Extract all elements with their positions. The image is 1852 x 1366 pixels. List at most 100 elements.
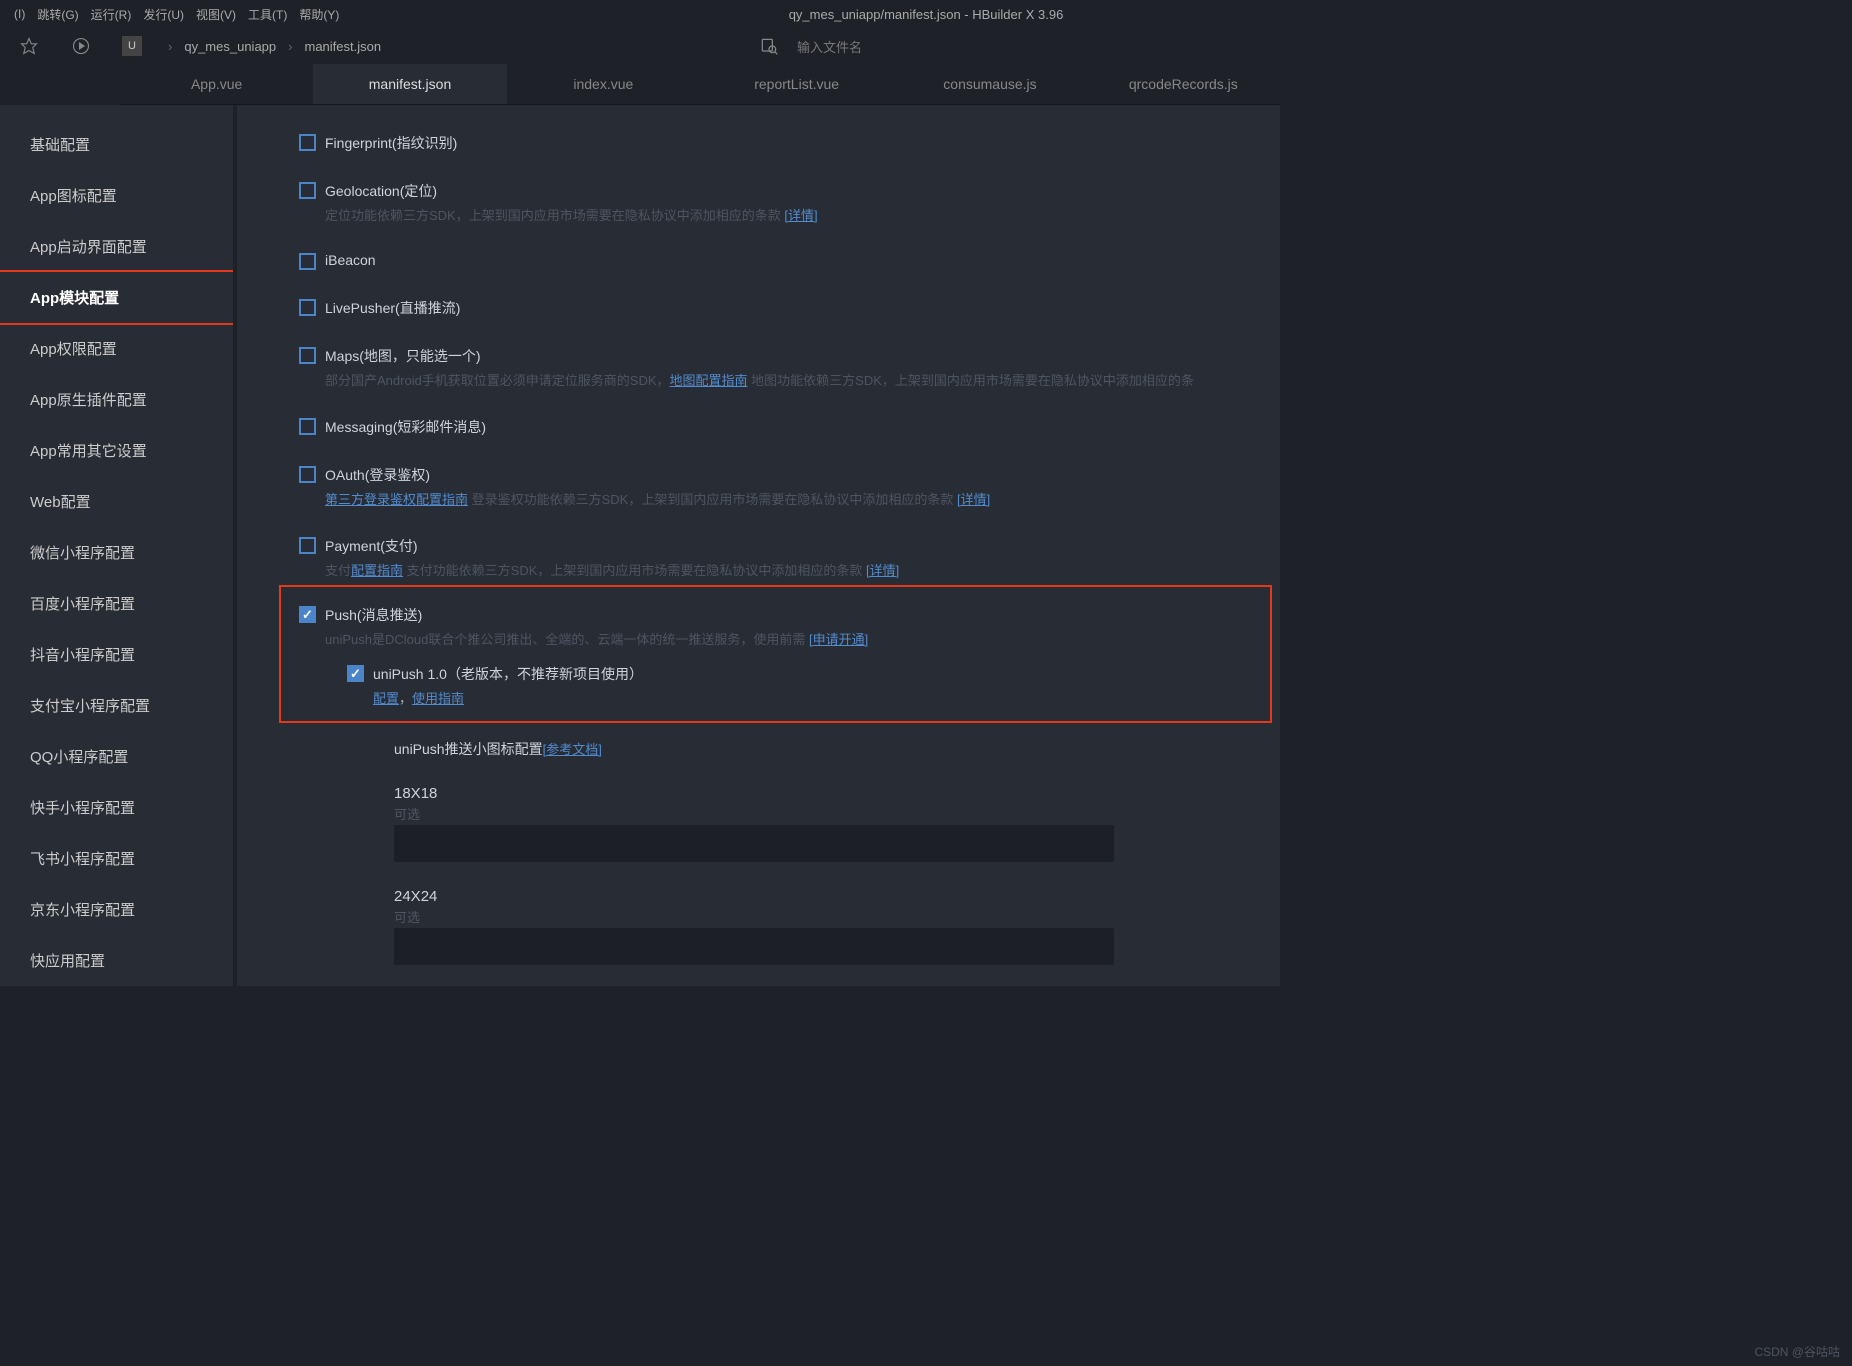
chevron-right-icon: › xyxy=(288,39,292,54)
highlight-box-push: Push(消息推送) uniPush是DCloud联合个推公司推出、全端的、云端… xyxy=(279,585,1272,723)
checkbox-oauth[interactable] xyxy=(299,466,316,483)
sidebar-item-app-module[interactable]: App模块配置 xyxy=(0,272,233,323)
desc-oauth-mid: 登录鉴权功能依赖三方SDK，上架到国内应用市场需要在隐私协议中添加相应的条款 xyxy=(468,492,957,507)
sidebar-item-web[interactable]: Web配置 xyxy=(0,476,233,527)
icon-size-24: 24X24 xyxy=(394,888,1280,905)
module-payment: Payment(支付) 支付配置指南 支付功能依赖三方SDK，上架到国内应用市场… xyxy=(299,536,1280,579)
checkbox-livepusher[interactable] xyxy=(299,299,316,316)
label-maps: Maps(地图，只能选一个) xyxy=(325,348,481,364)
sidebar-item-wechat[interactable]: 微信小程序配置 xyxy=(0,527,233,578)
watermark: CSDN @谷咕咕 xyxy=(1754,1343,1840,1360)
tab-manifest[interactable]: manifest.json xyxy=(313,64,506,104)
label-livepusher: LivePusher(直播推流) xyxy=(325,300,460,316)
sidebar-item-quickapp[interactable]: 快应用配置 xyxy=(0,935,233,986)
sidebar-item-kuaishou[interactable]: 快手小程序配置 xyxy=(0,782,233,833)
highlight-box-sidebar: App模块配置 xyxy=(0,270,235,325)
link-payment-guide[interactable]: 配置指南 xyxy=(351,563,403,578)
sidebar-item-app-icon[interactable]: App图标配置 xyxy=(0,170,233,221)
module-push: Push(消息推送) uniPush是DCloud联合个推公司推出、全端的、云端… xyxy=(299,605,1252,648)
menu-goto[interactable]: 跳转(G) xyxy=(31,6,84,23)
tab-app-vue[interactable]: App.vue xyxy=(120,64,313,104)
tab-reportlist[interactable]: reportList.vue xyxy=(700,64,893,104)
sidebar-item-feishu[interactable]: 飞书小程序配置 xyxy=(0,833,233,884)
breadcrumb: U › qy_mes_uniapp › manifest.json xyxy=(122,36,381,56)
menu-help[interactable]: 帮助(Y) xyxy=(293,6,345,23)
checkbox-payment[interactable] xyxy=(299,537,316,554)
menu-tools[interactable]: 工具(T) xyxy=(242,6,293,23)
link-unipush-guide[interactable]: 使用指南 xyxy=(412,691,464,706)
window-title: qy_mes_uniapp/manifest.json - HBuilder X… xyxy=(789,7,1064,22)
sidebar-item-baidu[interactable]: 百度小程序配置 xyxy=(0,578,233,629)
desc-geolocation: 定位功能依赖三方SDK，上架到国内应用市场需要在隐私协议中添加相应的条款 xyxy=(325,208,784,223)
module-ibeacon: iBeacon xyxy=(299,252,1280,270)
module-oauth: OAuth(登录鉴权) 第三方登录鉴权配置指南 登录鉴权功能依赖三方SDK，上架… xyxy=(299,465,1280,508)
checkbox-ibeacon[interactable] xyxy=(299,253,316,270)
label-geolocation: Geolocation(定位) xyxy=(325,183,437,199)
content-panel: Fingerprint(指纹识别) Geolocation(定位) 定位功能依赖… xyxy=(233,105,1280,986)
label-payment: Payment(支付) xyxy=(325,538,418,554)
sidebar-item-basic[interactable]: 基础配置 xyxy=(0,119,233,170)
search-icon xyxy=(759,36,779,56)
tab-index-vue[interactable]: index.vue xyxy=(507,64,700,104)
label-oauth: OAuth(登录鉴权) xyxy=(325,467,430,483)
checkbox-messaging[interactable] xyxy=(299,418,316,435)
label-unipush: uniPush 1.0（老版本，不推荐新项目使用） xyxy=(373,666,643,682)
sidebar-item-app-permission[interactable]: App权限配置 xyxy=(0,323,233,374)
icon-config-title: uniPush推送小图标配置 xyxy=(394,741,543,757)
search-placeholder: 输入文件名 xyxy=(797,37,862,56)
project-icon: U xyxy=(122,36,142,56)
sidebar-item-jd[interactable]: 京东小程序配置 xyxy=(0,884,233,935)
link-oauth-detail[interactable]: [详情] xyxy=(957,492,990,507)
sidebar-item-douyin[interactable]: 抖音小程序配置 xyxy=(0,629,233,680)
sidebar-item-app-splash[interactable]: App启动界面配置 xyxy=(0,221,233,272)
sidebar-item-app-other[interactable]: App常用其它设置 xyxy=(0,425,233,476)
star-icon[interactable] xyxy=(18,35,40,57)
search-area[interactable]: 输入文件名 xyxy=(759,36,862,56)
breadcrumb-project[interactable]: qy_mes_uniapp xyxy=(184,39,276,54)
desc-maps-mid: 地图功能依赖三方SDK，上架到国内应用市场需要在隐私协议中添加相应的条 xyxy=(748,373,1194,388)
sidebar-item-qq[interactable]: QQ小程序配置 xyxy=(0,731,233,782)
sidebar-item-alipay[interactable]: 支付宝小程序配置 xyxy=(0,680,233,731)
menu-item[interactable]: (I) xyxy=(8,7,31,21)
play-icon[interactable] xyxy=(70,35,92,57)
main-area: 基础配置 App图标配置 App启动界面配置 App模块配置 App权限配置 A… xyxy=(0,105,1280,986)
desc-push-pre: uniPush是DCloud联合个推公司推出、全端的、云端一体的统一推送服务，使… xyxy=(325,632,809,647)
link-push-apply[interactable]: [申请开通] xyxy=(809,632,868,647)
module-fingerprint: Fingerprint(指纹识别) xyxy=(299,133,1280,153)
module-livepusher: LivePusher(直播推流) xyxy=(299,298,1280,318)
link-icon-doc[interactable]: [参考文档] xyxy=(543,742,602,757)
desc-payment-mid: 支付功能依赖三方SDK，上架到国内应用市场需要在隐私协议中添加相应的条款 xyxy=(403,563,866,578)
toolbar: U › qy_mes_uniapp › manifest.json 输入文件名 xyxy=(0,28,1280,64)
menu-view[interactable]: 视图(V) xyxy=(190,6,242,23)
checkbox-geolocation[interactable] xyxy=(299,182,316,199)
tab-qrcoderecords[interactable]: qrcodeRecords.js xyxy=(1087,64,1280,104)
menu-publish[interactable]: 发行(U) xyxy=(137,6,190,23)
tab-consumause[interactable]: consumause.js xyxy=(893,64,1086,104)
icon-input-24[interactable] xyxy=(394,928,1114,965)
icon-size-18: 18X18 xyxy=(394,785,1280,802)
link-payment-detail[interactable]: [详情] xyxy=(866,563,899,578)
link-maps-guide[interactable]: 地图配置指南 xyxy=(670,373,748,388)
checkbox-maps[interactable] xyxy=(299,347,316,364)
checkbox-push[interactable] xyxy=(299,606,316,623)
breadcrumb-file[interactable]: manifest.json xyxy=(304,39,381,54)
module-maps: Maps(地图，只能选一个) 部分国产Android手机获取位置必须申请定位服务… xyxy=(299,346,1280,389)
module-geolocation: Geolocation(定位) 定位功能依赖三方SDK，上架到国内应用市场需要在… xyxy=(299,181,1280,224)
link-unipush-config[interactable]: 配置 xyxy=(373,691,399,706)
icon-input-18[interactable] xyxy=(394,825,1114,862)
link-geolocation-detail[interactable]: [详情] xyxy=(784,208,817,223)
label-fingerprint: Fingerprint(指纹识别) xyxy=(325,135,457,151)
checkbox-fingerprint[interactable] xyxy=(299,134,316,151)
link-oauth-guide[interactable]: 第三方登录鉴权配置指南 xyxy=(325,492,468,507)
chevron-right-icon: › xyxy=(168,39,172,54)
desc-maps-pre: 部分国产Android手机获取位置必须申请定位服务商的SDK， xyxy=(325,373,670,388)
menu-run[interactable]: 运行(R) xyxy=(85,6,138,23)
module-unipush: uniPush 1.0（老版本，不推荐新项目使用） 配置，使用指南 xyxy=(347,664,1252,707)
label-ibeacon: iBeacon xyxy=(325,252,376,268)
menubar: (I) 跳转(G) 运行(R) 发行(U) 视图(V) 工具(T) 帮助(Y) … xyxy=(0,0,1280,28)
config-sidebar: 基础配置 App图标配置 App启动界面配置 App模块配置 App权限配置 A… xyxy=(0,105,233,986)
checkbox-unipush[interactable] xyxy=(347,665,364,682)
editor-tabs: App.vue manifest.json index.vue reportLi… xyxy=(120,64,1280,105)
sidebar-item-native-plugin[interactable]: App原生插件配置 xyxy=(0,374,233,425)
icon-optional-18: 可选 xyxy=(394,804,1280,823)
